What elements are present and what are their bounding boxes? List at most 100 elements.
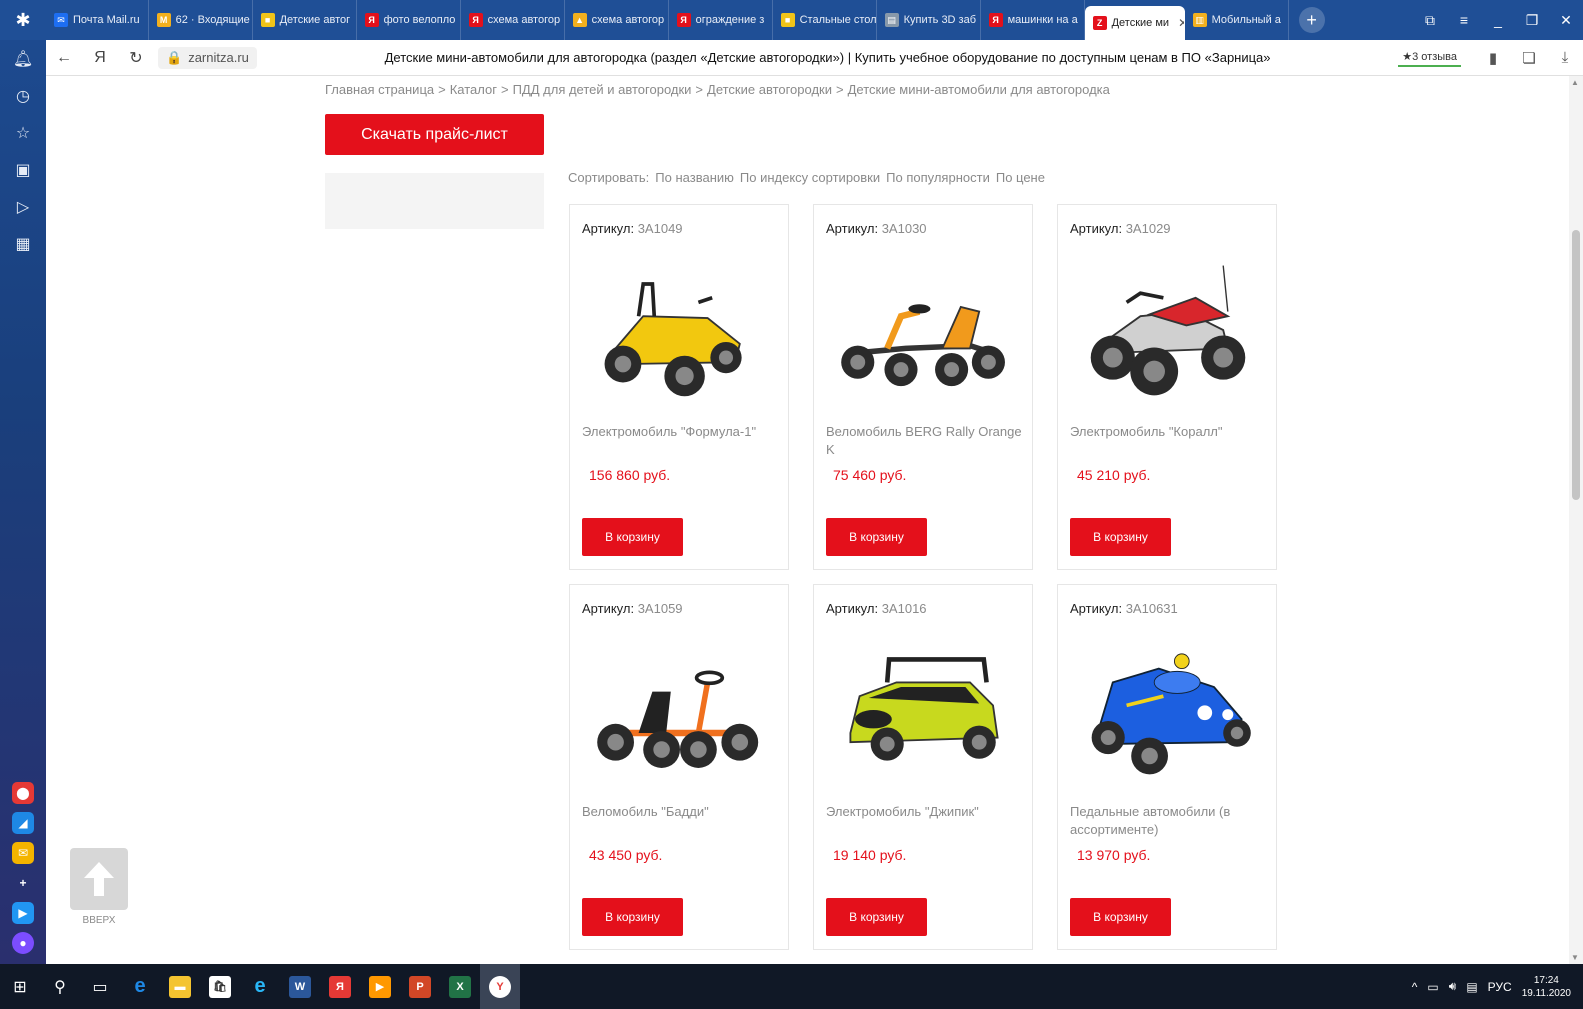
notification-center-icon[interactable]: ▤ — [1466, 980, 1477, 994]
product-name-link[interactable]: Веломобиль "Бадди" — [582, 803, 778, 821]
windows-start-icon[interactable]: ⊞ — [0, 964, 40, 1009]
restore-icon[interactable]: ❐ — [1515, 12, 1549, 29]
history-icon[interactable]: ◷ — [0, 77, 46, 114]
store-icon[interactable]: 🛍︎ — [200, 964, 240, 1009]
product-image[interactable] — [588, 255, 772, 405]
mail-app-icon[interactable]: ✉ — [12, 842, 34, 864]
internet-explorer-icon[interactable]: e — [240, 964, 280, 1009]
sort-by-index[interactable]: По индексу сортировки — [740, 170, 880, 185]
browser-tab[interactable]: ■ Детские автог — [253, 0, 357, 40]
play-icon[interactable]: ▷ — [0, 188, 46, 225]
download-icon[interactable]: ⤓ — [1547, 49, 1583, 66]
product-price: 13 970 руб. — [1077, 847, 1151, 863]
browser-tab[interactable]: Яограждение з — [669, 0, 773, 40]
product-image[interactable] — [832, 635, 1016, 785]
reader-mode-icon[interactable]: ❏ — [1511, 49, 1547, 67]
clock[interactable]: 17:24 19.11.2020 — [1522, 974, 1571, 1000]
sort-by-name[interactable]: По названию — [655, 170, 734, 185]
product-card[interactable]: Артикул: 3А1016 Электромобиль "Джипик" 19 … — [813, 584, 1033, 950]
minimize-icon[interactable]: _ — [1481, 12, 1515, 28]
download-price-list-button[interactable]: Скачать прайс-лист — [325, 114, 544, 155]
product-name-link[interactable]: Педальные автомобили (в ассортименте) — [1070, 803, 1266, 839]
yandex-browser-task-icon[interactable]: Я — [320, 964, 360, 1009]
language-indicator[interactable]: РУС — [1488, 980, 1512, 994]
notifications-icon[interactable]: 🔔︎ — [0, 40, 46, 77]
product-name-link[interactable]: Электромобиль "Коралл" — [1070, 423, 1266, 441]
edge-icon[interactable]: e — [120, 964, 160, 1009]
player-app-icon[interactable]: ▶ — [12, 902, 34, 924]
file-explorer-icon[interactable]: ▬ — [160, 964, 200, 1009]
add-app-icon[interactable]: + — [12, 872, 34, 894]
system-tray: ^ ▭ 🔊︎ ▤ РУС 17:24 19.11.2020 — [1412, 964, 1571, 1009]
tray-expand-icon[interactable]: ^ — [1412, 980, 1418, 994]
excel-icon[interactable]: X — [440, 964, 480, 1009]
media-player-icon[interactable]: ▶ — [360, 964, 400, 1009]
search-icon[interactable]: ⚲ — [40, 964, 80, 1009]
bookmark-icon[interactable]: ▮ — [1475, 49, 1511, 67]
add-to-cart-button[interactable]: В корзину — [1070, 898, 1171, 936]
product-image[interactable] — [1076, 635, 1260, 785]
product-name-link[interactable]: Электромобиль "Формула-1" — [582, 423, 778, 441]
add-to-cart-button[interactable]: В корзину — [582, 898, 683, 936]
powerpoint-icon[interactable]: P — [400, 964, 440, 1009]
add-to-cart-button[interactable]: В корзину — [582, 518, 683, 556]
yandex-logo-icon[interactable]: Я — [82, 49, 118, 67]
browser-tab[interactable]: ■ Стальные стол — [773, 0, 877, 40]
product-card[interactable]: Артикул: 3А1059 Веломобиль "Бадди" 43 450 … — [569, 584, 789, 950]
network-icon[interactable]: ▭ — [1427, 980, 1438, 994]
downloads-panel-icon[interactable]: ⧉ — [1413, 12, 1447, 29]
sort-by-popularity[interactable]: По популярности — [886, 170, 990, 185]
product-name-link[interactable]: Электромобиль "Джипик" — [826, 803, 1022, 821]
reviews-badge[interactable]: ★3 отзыва — [1398, 48, 1461, 67]
breadcrumb-link[interactable]: Каталог — [450, 82, 497, 97]
product-card[interactable]: Артикул: 3А1030 Веломобиль BERG Rally Ora… — [813, 204, 1033, 570]
breadcrumb-link[interactable]: Детские мини-автомобили для автогородка — [848, 82, 1110, 97]
browser-tab[interactable]: M 62 · Входящие — [149, 0, 253, 40]
calendar-icon[interactable]: ▦ — [0, 225, 46, 262]
yandex-menu-icon[interactable]: ✱ — [0, 0, 46, 40]
browser-tab[interactable]: ▤ Купить 3D заб — [877, 0, 981, 40]
alice-app-icon[interactable]: ● — [12, 932, 34, 954]
browser-tab[interactable]: ✉ Почта Mail.ru — [46, 0, 149, 40]
back-to-top-button[interactable] — [70, 848, 128, 910]
zen-app-icon[interactable]: ◢ — [12, 812, 34, 834]
browser-tab[interactable]: ZДетские ми✕ — [1084, 6, 1185, 40]
back-icon[interactable]: ← — [46, 49, 82, 67]
clock-time: 17:24 — [1533, 974, 1559, 986]
favorites-icon[interactable]: ☆ — [0, 114, 46, 151]
scrollbar-thumb[interactable] — [1572, 230, 1580, 500]
browser-tab[interactable]: ▲ схема автогор — [565, 0, 669, 40]
add-to-cart-button[interactable]: В корзину — [826, 898, 927, 936]
sort-by-price[interactable]: По цене — [996, 170, 1045, 185]
reload-icon[interactable]: ↻ — [118, 48, 154, 68]
product-image[interactable] — [588, 635, 772, 785]
close-window-icon[interactable]: ✕ — [1549, 12, 1583, 29]
volume-icon[interactable]: 🔊︎ — [1449, 979, 1457, 994]
menu-icon[interactable]: ≡ — [1447, 12, 1481, 28]
product-image[interactable] — [1076, 255, 1260, 405]
word-icon[interactable]: W — [280, 964, 320, 1009]
maps-app-icon[interactable]: ⬤ — [12, 782, 34, 804]
browser-tab[interactable]: Ямашинки на а — [981, 0, 1085, 40]
scroll-down-icon[interactable]: ▼ — [1571, 953, 1579, 962]
product-image[interactable] — [832, 255, 1016, 405]
url-field[interactable]: 🔒 zarnitza.ru — [158, 46, 257, 69]
new-tab-button[interactable]: + — [1298, 7, 1325, 33]
product-name-link[interactable]: Веломобиль BERG Rally Orange K — [826, 423, 1022, 459]
add-to-cart-button[interactable]: В корзину — [826, 518, 927, 556]
browser-tab[interactable]: ▥ Мобильный а — [1185, 0, 1289, 40]
browser-tab[interactable]: Яфото велопло — [357, 0, 461, 40]
breadcrumb-link[interactable]: Главная страница — [325, 82, 434, 97]
yandex-browser-active-icon[interactable]: Y — [480, 964, 520, 1009]
product-card[interactable]: Артикул: 3А1049 Электромобиль "Формула-1"… — [569, 204, 789, 570]
breadcrumb-link[interactable]: ПДД для детей и автогородки — [513, 82, 692, 97]
page-scrollbar[interactable]: ▲ ▼ — [1569, 76, 1583, 964]
add-to-cart-button[interactable]: В корзину — [1070, 518, 1171, 556]
product-card[interactable]: Артикул: 3А10631 Педальные автомобили (в … — [1057, 584, 1277, 950]
task-view-icon[interactable]: ▭ — [80, 964, 120, 1009]
collections-icon[interactable]: ▣ — [0, 151, 46, 188]
browser-tab[interactable]: Ясхема автогор — [461, 0, 565, 40]
breadcrumb-link[interactable]: Детские автогородки — [707, 82, 832, 97]
product-card[interactable]: Артикул: 3А1029 Электромобиль "Коралл" 45 … — [1057, 204, 1277, 570]
scroll-up-icon[interactable]: ▲ — [1571, 78, 1579, 87]
